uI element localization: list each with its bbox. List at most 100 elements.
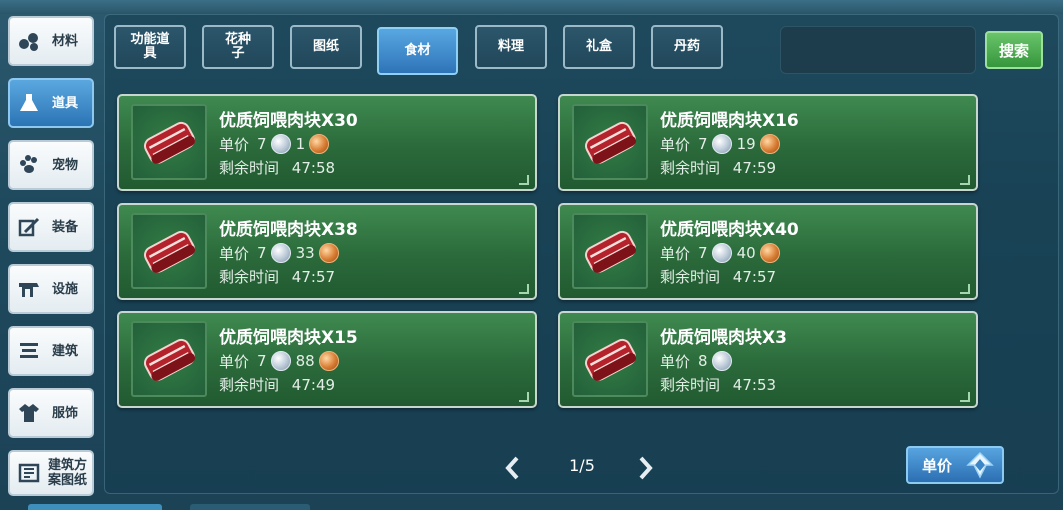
time-remaining: 47:53 [732,376,777,394]
listing-card[interactable]: 优质饲喂肉块X3 单价 8 剩余时间 47:53 [558,311,978,408]
time-remaining: 47:49 [291,376,336,394]
price-row: 单价 7 40 [660,243,785,263]
item-name: 优质饲喂肉块X3 [660,328,787,348]
copper-amount: 33 [295,244,315,262]
tab-gift-box[interactable]: 礼盒 [563,25,635,69]
tab-elixir[interactable]: 丹药 [651,25,723,69]
time-row: 剩余时间 47:59 [660,157,776,178]
price-row: 单价 7 88 [219,351,344,371]
sort-label: 单价 [922,456,953,475]
sort-by-price-button[interactable]: 单价 [906,446,1004,484]
sort-arrow-icon [966,451,994,479]
tab-label: 礼盒 [585,39,612,54]
sidebar-item-label: 建筑 [52,343,79,359]
copper-amount: 1 [295,135,306,153]
blueprint-icon [16,460,42,486]
copper-amount: 88 [295,352,315,370]
sidebar-item-label: 服饰 [52,405,79,421]
time-remaining: 47:57 [291,268,336,286]
price-label: 单价 [219,244,250,263]
sidebar-item-label: 建筑方案图纸 [48,458,88,488]
equipment-icon [16,214,42,240]
sidebar-item-blueprint[interactable]: 建筑方案图纸 [8,450,94,496]
price-row: 单价 7 33 [219,243,344,263]
listing-card[interactable]: 优质饲喂肉块X40 单价 7 40 剩余时间 47:57 [558,203,978,300]
listing-card[interactable]: 优质饲喂肉块X30 单价 7 1 剩余时间 47:58 [117,94,537,191]
item-name: 优质饲喂肉块X30 [219,111,358,131]
meat-item-icon [572,213,648,289]
listing-card[interactable]: 优质饲喂肉块X15 单价 7 88 剩余时间 47:49 [117,311,537,408]
sidebar-item-facility[interactable]: 设施 [8,264,94,314]
silver-coin-icon [711,243,732,263]
corner-mark-icon [519,284,529,294]
tab-cooking[interactable]: 料理 [475,25,547,69]
meat-item-icon [572,321,648,397]
time-label: 剩余时间 [219,376,280,394]
corner-mark-icon [960,392,970,402]
silver-amount: 7 [257,352,267,370]
sidebar-item-materials[interactable]: 材料 [8,16,94,66]
price-label: 单价 [660,135,691,154]
flask-icon [16,90,42,116]
paw-icon [16,152,42,178]
tab-ingredients[interactable]: 食材 [377,27,458,75]
materials-icon [16,28,42,54]
listing-card[interactable]: 优质饲喂肉块X38 单价 7 33 剩余时间 47:57 [117,203,537,300]
search-button-label: 搜索 [998,41,1029,60]
tab-label: 丹药 [673,39,700,54]
item-name: 优质饲喂肉块X15 [219,328,358,348]
copper-coin-icon [759,243,780,263]
next-page-button[interactable] [636,455,656,481]
time-remaining: 47:59 [732,159,777,177]
corner-mark-icon [960,175,970,185]
tab-functional-props[interactable]: 功能道具 [114,25,186,69]
sidebar-item-label: 装备 [52,219,79,235]
copper-amount: 19 [736,135,756,153]
tab-flower-seeds[interactable]: 花种子 [202,25,274,69]
time-label: 剩余时间 [660,159,721,177]
silver-coin-icon [270,351,291,371]
price-label: 单价 [660,244,691,263]
sidebar-item-clothing[interactable]: 服饰 [8,388,94,438]
copper-coin-icon [318,351,339,371]
corner-mark-icon [519,392,529,402]
tab-label: 食材 [404,43,431,58]
time-row: 剩余时间 47:57 [219,266,335,287]
clothing-icon [16,400,42,426]
silver-amount: 7 [257,135,267,153]
time-remaining: 47:58 [291,159,336,177]
corner-mark-icon [960,284,970,294]
time-remaining: 47:57 [732,268,777,286]
sidebar-item-pets[interactable]: 宠物 [8,140,94,190]
sidebar-item-building[interactable]: 建筑 [8,326,94,376]
silver-coin-icon [711,134,732,154]
sidebar-item-label: 材料 [52,33,79,49]
search-button[interactable]: 搜索 [985,31,1043,69]
tab-label: 料理 [497,39,524,54]
copper-coin-icon [759,134,780,154]
sidebar-item-props[interactable]: 道具 [8,78,94,128]
time-label: 剩余时间 [219,268,280,286]
time-row: 剩余时间 47:49 [219,374,335,395]
tab-label: 图纸 [312,39,339,54]
tab-blueprints[interactable]: 图纸 [290,25,362,69]
item-name: 优质饲喂肉块X40 [660,220,799,240]
sidebar-item-label: 道具 [52,95,79,111]
listing-card[interactable]: 优质饲喂肉块X16 单价 7 19 剩余时间 47:59 [558,94,978,191]
search-input[interactable] [780,26,976,74]
time-row: 剩余时间 47:58 [219,157,335,178]
meat-item-icon [572,104,648,180]
silver-amount: 7 [257,244,267,262]
bottom-tab-indicator [190,504,310,510]
copper-amount: 40 [736,244,756,262]
time-label: 剩余时间 [219,159,280,177]
silver-amount: 7 [698,244,708,262]
time-row: 剩余时间 47:57 [660,266,776,287]
item-name: 优质饲喂肉块X16 [660,111,799,131]
price-label: 单价 [219,352,250,371]
previous-page-button[interactable] [502,455,522,481]
copper-coin-icon [318,243,339,263]
time-label: 剩余时间 [660,376,721,394]
sidebar-item-equipment[interactable]: 装备 [8,202,94,252]
meat-item-icon [131,321,207,397]
